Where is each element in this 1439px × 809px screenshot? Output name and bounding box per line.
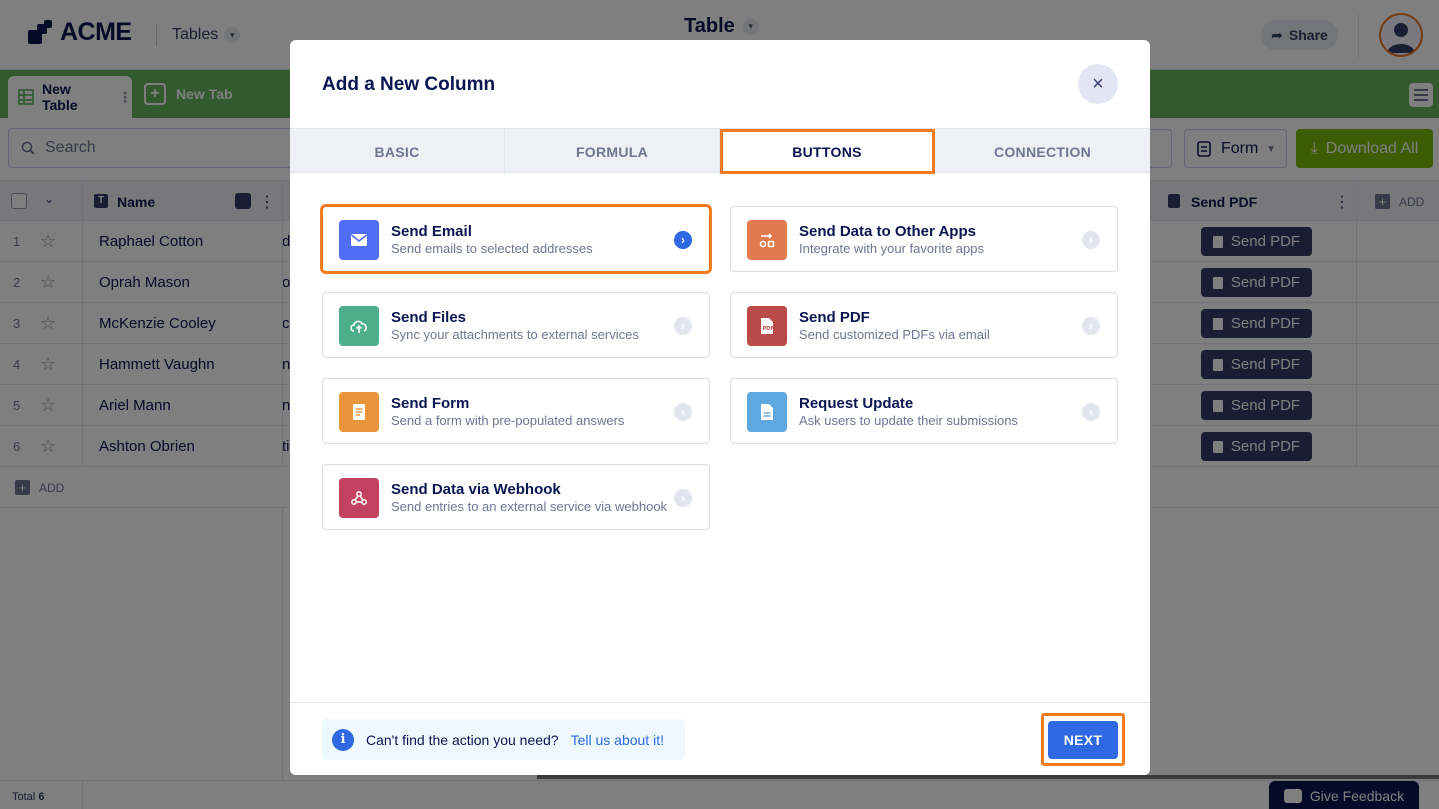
- option-description: Sync your attachments to external servic…: [391, 327, 639, 342]
- svg-text:PDF: PDF: [763, 326, 774, 332]
- chevron-right-icon: ›: [674, 317, 692, 335]
- option-request-update[interactable]: Request Update Ask users to update their…: [730, 378, 1118, 444]
- close-icon: ×: [1092, 72, 1104, 95]
- option-send-email[interactable]: Send Email Send emails to selected addre…: [320, 204, 712, 274]
- webhook-icon: [339, 478, 379, 518]
- horizontal-scrollbar[interactable]: [537, 775, 1439, 779]
- dialog-title: Add a New Column: [322, 74, 496, 95]
- option-send-files[interactable]: Send Files Sync your attachments to exte…: [322, 292, 710, 358]
- dialog-tabs: BASIC FORMULA BUTTONS CONNECTION: [290, 128, 1150, 174]
- add-column-dialog: Add a New Column × BASIC FORMULA BUTTONS…: [290, 40, 1150, 775]
- dialog-footer: i Can't find the action you need? Tell u…: [290, 702, 1150, 775]
- option-description: Ask users to update their submissions: [799, 413, 1018, 428]
- option-send-form[interactable]: Send Form Send a form with pre-populated…: [322, 378, 710, 444]
- option-description: Send entries to an external service via …: [391, 499, 668, 514]
- next-button-highlight: NEXT: [1041, 713, 1125, 766]
- chevron-right-icon: ›: [1082, 403, 1100, 421]
- tab-buttons[interactable]: BUTTONS: [720, 129, 935, 174]
- option-description: Send emails to selected addresses: [391, 241, 593, 256]
- chevron-right-icon: ›: [1082, 317, 1100, 335]
- option-description: Integrate with your favorite apps: [799, 241, 984, 256]
- option-send-data-via-webhook[interactable]: Send Data via Webhook Send entries to an…: [322, 464, 710, 530]
- integration-icon: [747, 220, 787, 260]
- info-text: Can't find the action you need?: [366, 731, 559, 748]
- chevron-right-icon: ›: [674, 403, 692, 421]
- mail-icon: [339, 220, 379, 260]
- tell-us-link[interactable]: Tell us about it!: [571, 732, 664, 748]
- tab-basic[interactable]: BASIC: [290, 129, 505, 174]
- option-description: Send a form with pre-populated answers: [391, 413, 625, 428]
- option-send-pdf[interactable]: PDF Send PDF Send customized PDFs via em…: [730, 292, 1118, 358]
- document-icon: [747, 392, 787, 432]
- info-banner: i Can't find the action you need? Tell u…: [322, 719, 685, 760]
- option-send-data-to-other-apps[interactable]: Send Data to Other Apps Integrate with y…: [730, 206, 1118, 272]
- next-button[interactable]: NEXT: [1048, 720, 1118, 759]
- tab-formula[interactable]: FORMULA: [505, 129, 720, 174]
- chevron-right-icon: ›: [674, 231, 692, 249]
- chevron-right-icon: ›: [674, 489, 692, 507]
- option-title: Send Files: [391, 309, 467, 326]
- option-description: Send customized PDFs via email: [799, 327, 990, 342]
- option-title: Send Form: [391, 395, 470, 412]
- option-title: Send Data to Other Apps: [799, 223, 976, 240]
- cloud-upload-icon: [339, 306, 379, 346]
- option-title: Send Email: [391, 223, 472, 240]
- option-title: Send Data via Webhook: [391, 481, 561, 498]
- pdf-icon: PDF: [747, 306, 787, 346]
- option-title: Request Update: [799, 395, 914, 412]
- tab-connection[interactable]: CONNECTION: [935, 129, 1150, 174]
- info-icon: i: [332, 728, 354, 751]
- option-title: Send PDF: [799, 309, 870, 326]
- close-button[interactable]: ×: [1078, 64, 1118, 104]
- chevron-right-icon: ›: [1082, 231, 1100, 249]
- form-icon: [339, 392, 379, 432]
